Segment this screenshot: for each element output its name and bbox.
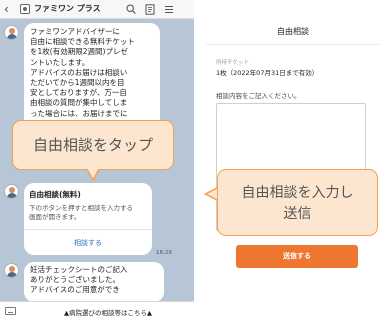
card-divider [24,229,152,230]
advisor-avatar [4,184,19,199]
submit-button[interactable]: 送信する [236,245,358,268]
rich-menu-toggle[interactable]: ▲病院選びの相談等はこちら▲ [28,307,188,317]
checksheet-message-text: 妊活チェックシートのご記入 ありがとうございました。 アドバイスのご用意ができ [30,265,128,295]
chat-header: ‹ ファミワン プラス [0,0,194,19]
advisor-avatar [4,263,19,278]
form-divider [206,44,380,45]
welcome-message-text: ファミワンアドバイザーに 自由に相談できる無料チケット を1枚(有効期限2週間)… [30,27,135,118]
advisor-avatar [4,25,19,40]
ticket-value: 1枚（2022年07月31日まで有効） [216,69,319,77]
back-icon[interactable]: ‹ [4,2,9,16]
checksheet-message: 妊活チェックシートのご記入 ありがとうございました。 アドバイスのご用意ができ [24,262,164,302]
consultation-form-screen: 自由相談 所持チケット 1枚（2022年07月31日まで有効） 相談内容をご記入… [196,0,390,320]
ticket-label: 所持チケット [216,60,250,66]
consult-link[interactable]: 相談する [24,238,152,248]
card-description: 下のボタンを押すと相談を入力する 画面が開きます。 [29,204,133,221]
menu-icon[interactable] [164,4,174,15]
free-consultation-card: 自由相談(無料) 下のボタンを押すと相談を入力する 画面が開きます。 相談する [24,183,152,255]
note-icon[interactable] [145,4,155,15]
form-title: 自由相談 [277,27,309,36]
message-time: 18:29 [156,250,172,256]
chat-title: ファミワン プラス [34,4,101,13]
logo-icon [20,4,30,14]
tap-callout-tail [86,168,100,182]
keyboard-icon[interactable] [5,307,16,315]
card-title: 自由相談(無料) [29,190,81,199]
chat-footer: ▲病院選びの相談等はこちら▲ [0,301,194,320]
input-callout: 自由相談を入力し 送信 [217,169,378,236]
search-icon[interactable] [126,4,136,15]
tutorial-screen: ‹ ファミワン プラス ファミワンアドバイザーに 自由に相談できる無料チケット … [0,0,390,320]
content-label: 相談内容をご記入ください。 [216,92,301,100]
tap-callout: 自由相談をタップ [12,120,174,170]
